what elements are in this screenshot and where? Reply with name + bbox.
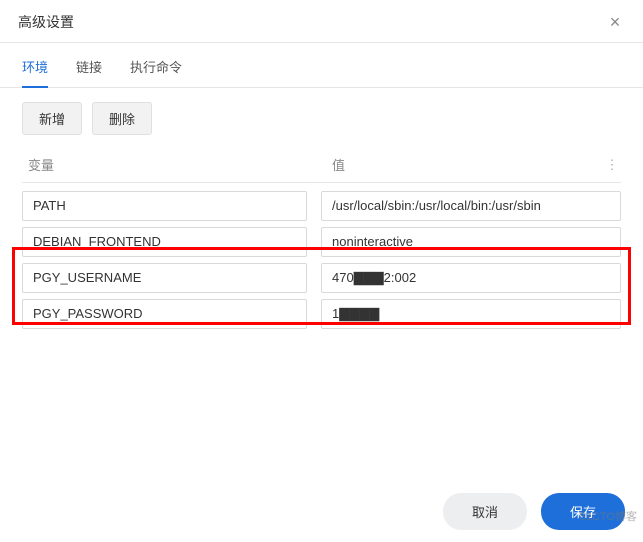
delete-button[interactable]: 删除 [92, 102, 152, 135]
dialog-title: 高级设置 [18, 12, 74, 32]
tab-link[interactable]: 链接 [76, 57, 102, 87]
value-input[interactable]: 1▇▇▇▇ [321, 299, 621, 329]
value-input[interactable]: 470▇▇▇2:002 [321, 263, 621, 293]
tabs: 环境 链接 执行命令 [0, 43, 643, 88]
add-button[interactable]: 新增 [22, 102, 82, 135]
tab-exec-command[interactable]: 执行命令 [130, 57, 182, 87]
tab-environment[interactable]: 环境 [22, 57, 48, 88]
variable-input[interactable]: PGY_USERNAME [22, 263, 307, 293]
variable-input[interactable]: DEBIAN_FRONTEND [22, 227, 307, 257]
cancel-button[interactable]: 取消 [443, 493, 527, 530]
column-value[interactable]: 值 [322, 155, 603, 174]
table-body: PATH /usr/local/sbin:/usr/local/bin:/usr… [22, 183, 621, 329]
dialog-footer: 取消 保存 [443, 493, 625, 530]
save-button[interactable]: 保存 [541, 493, 625, 530]
toolbar: 新增 删除 [0, 88, 643, 147]
close-icon[interactable]: × [605, 13, 625, 31]
env-table: 变量 值 ⋮ PATH /usr/local/sbin:/usr/local/b… [0, 147, 643, 329]
value-input[interactable]: noninteractive [321, 227, 621, 257]
variable-input[interactable]: PGY_PASSWORD [22, 299, 307, 329]
variable-input[interactable]: PATH [22, 191, 307, 221]
dialog-header: 高级设置 × [0, 0, 643, 43]
table-row[interactable]: PATH /usr/local/sbin:/usr/local/bin:/usr… [22, 191, 621, 221]
column-variable[interactable]: 变量 [22, 155, 322, 174]
more-icon[interactable]: ⋮ [603, 157, 621, 173]
table-row[interactable]: PGY_USERNAME 470▇▇▇2:002 [22, 263, 621, 293]
value-input[interactable]: /usr/local/sbin:/usr/local/bin:/usr/sbin [321, 191, 621, 221]
table-row[interactable]: DEBIAN_FRONTEND noninteractive [22, 227, 621, 257]
table-header: 变量 值 ⋮ [22, 147, 621, 183]
table-row[interactable]: PGY_PASSWORD 1▇▇▇▇ [22, 299, 621, 329]
